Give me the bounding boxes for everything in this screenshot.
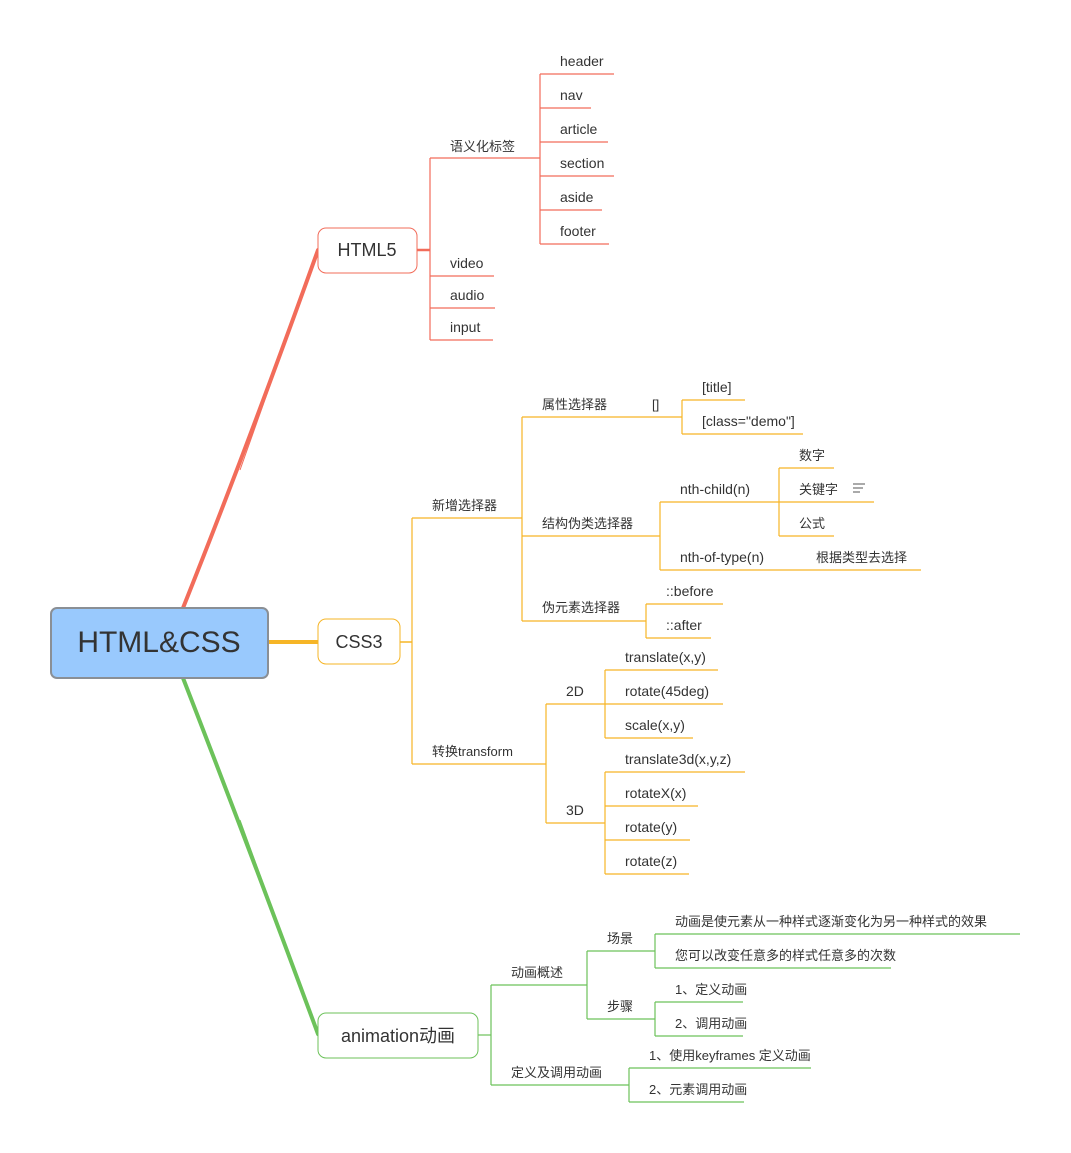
- topic-scale[interactable]: scale(x,y): [625, 717, 685, 733]
- topic-nth-of-type[interactable]: nth-of-type(n): [680, 549, 764, 565]
- topic-section[interactable]: section: [560, 155, 604, 171]
- topic-semantic-tags[interactable]: 语义化标签: [450, 139, 515, 154]
- animation-label: animation动画: [341, 1026, 455, 1046]
- topic-before[interactable]: ::before: [666, 583, 714, 599]
- topic-scene[interactable]: 场景: [607, 931, 633, 946]
- nth-of-type-note[interactable]: 根据类型去选择: [816, 550, 907, 565]
- topic-attr-selector[interactable]: 属性选择器: [542, 397, 607, 412]
- topic-nav[interactable]: nav: [560, 87, 583, 103]
- topic-video[interactable]: video: [450, 255, 484, 271]
- topic-steps[interactable]: 步骤: [607, 999, 633, 1014]
- topic-scene-desc-1[interactable]: 动画是使元素从一种样式逐渐变化为另一种样式的效果: [675, 914, 987, 929]
- topic-rotatex[interactable]: rotateX(x): [625, 785, 686, 801]
- topic-nth-child[interactable]: nth-child(n): [680, 481, 750, 497]
- topic-transform[interactable]: 转换transform: [432, 744, 513, 759]
- topic-keyword[interactable]: 关键字: [799, 482, 838, 497]
- node-css3[interactable]: CSS3: [317, 618, 401, 665]
- topic-translate[interactable]: translate(x,y): [625, 649, 706, 665]
- topic-article[interactable]: article: [560, 121, 598, 137]
- branch-css3: [400, 399, 921, 875]
- topic-3d[interactable]: 3D: [566, 802, 584, 818]
- topic-element-call[interactable]: 2、元素调用动画: [649, 1082, 747, 1097]
- topic-pseudo-element[interactable]: 伪元素选择器: [542, 600, 620, 615]
- topic-aside[interactable]: aside: [560, 189, 594, 205]
- topic-keyframes[interactable]: 1、使用keyframes 定义动画: [649, 1048, 811, 1063]
- topic-define-and-call[interactable]: 定义及调用动画: [511, 1065, 602, 1080]
- topic-rotate-45deg[interactable]: rotate(45deg): [625, 683, 709, 699]
- topic-step-2[interactable]: 2、调用动画: [675, 1016, 747, 1031]
- topic-attr-class-demo[interactable]: [class="demo"]: [702, 413, 795, 429]
- node-animation[interactable]: animation动画: [317, 1012, 479, 1059]
- topic-number[interactable]: 数字: [799, 448, 825, 463]
- topic-footer[interactable]: footer: [560, 223, 596, 239]
- topic-audio[interactable]: audio: [450, 287, 484, 303]
- notes-icon[interactable]: [853, 483, 865, 493]
- topic-2d[interactable]: 2D: [566, 683, 584, 699]
- root-node[interactable]: HTML&CSS: [50, 607, 269, 679]
- topic-input[interactable]: input: [450, 319, 480, 335]
- topic-header[interactable]: header: [560, 53, 604, 69]
- topic-formula[interactable]: 公式: [799, 516, 825, 531]
- topic-attr-title[interactable]: [title]: [702, 379, 732, 395]
- topic-new-selectors[interactable]: 新增选择器: [432, 498, 497, 513]
- topic-rotate-z[interactable]: rotate(z): [625, 853, 677, 869]
- topic-animation-overview[interactable]: 动画概述: [511, 965, 563, 980]
- mind-map: HTML&CSS HTML5 语义化标签 header nav article …: [50, 53, 1020, 1103]
- connector-root-animation-thin: [239, 819, 319, 1035]
- topic-structural-pseudo[interactable]: 结构伪类选择器: [542, 516, 633, 531]
- topic-after[interactable]: ::after: [666, 617, 702, 633]
- connector-root-html5: [181, 248, 320, 610]
- root-label: HTML&CSS: [77, 626, 240, 659]
- topic-translate3d[interactable]: translate3d(x,y,z): [625, 751, 731, 767]
- branch-html5: [417, 73, 614, 341]
- css3-label: CSS3: [335, 632, 382, 652]
- topic-step-1[interactable]: 1、定义动画: [675, 982, 747, 997]
- topic-scene-desc-2[interactable]: 您可以改变任意多的样式任意多的次数: [675, 948, 896, 963]
- connector-root-animation: [181, 676, 320, 1036]
- node-html5[interactable]: HTML5: [317, 227, 418, 274]
- topic-rotate-y[interactable]: rotate(y): [625, 819, 677, 835]
- attr-selector-note: []: [652, 397, 659, 412]
- connector-root-html5-thin: [239, 249, 319, 471]
- html5-label: HTML5: [337, 240, 396, 260]
